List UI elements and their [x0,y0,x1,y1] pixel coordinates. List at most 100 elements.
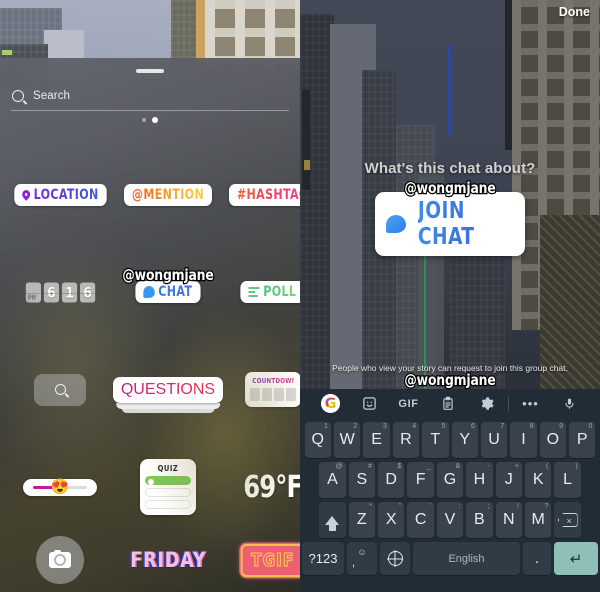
keyboard-row-1: 1Q 2W 3E 4R 5T 6Y 7U 8I 9O 0P [300,422,600,458]
page-dot-active[interactable] [152,117,158,123]
sticker-label: QUESTIONS [120,380,216,398]
emoji-comma-key[interactable]: ☺ , [347,542,377,575]
chat-prompt-text: What's this chat about? [364,160,536,177]
key-c[interactable]: ' C [407,502,434,538]
quiz-option [144,500,191,510]
key-m[interactable]: ? M [524,502,552,538]
backspace-key[interactable]: × [554,502,581,538]
sticker-temperature[interactable]: 69°F [240,470,300,505]
building-shape [2,50,12,55]
key-o[interactable]: 9O [539,422,567,458]
language-switch-key[interactable] [380,542,410,575]
quiz-option [144,488,191,498]
search-placeholder-label: Search [33,90,71,102]
sticker-grid: LOCATION @MENTION #HASHTAG PM6 16 [0,146,300,584]
ellipsis-icon[interactable]: ••• [511,396,550,411]
key-s[interactable]: # S [348,462,376,498]
gear-icon[interactable] [467,396,506,411]
sheet-drag-handle[interactable] [136,69,164,73]
google-logo-icon[interactable]: G [311,394,350,413]
flip-clock-icon: PM 6 16 [25,282,96,303]
page-indicator [0,117,300,123]
join-chat-label: JOIN CHAT [418,198,506,250]
join-chat-editor-screen: Done What's this chat about? @wongmjane … [300,0,600,592]
key-r[interactable]: 4R [392,422,420,458]
sticker-tgif[interactable]: TGIF [239,543,300,577]
sticker-label: @MENTION [131,186,205,203]
sticker-mention[interactable]: @MENTION [118,183,218,206]
quiz-option-correct [144,476,191,486]
gboard-keyboard: G GIF ••• 1 Q 2 W 3 E 4 R 5 T 6 Y 7 U 8 … [300,389,600,592]
sticker-username-tag: @wongmjane [403,178,497,198]
search-input[interactable]: Search [12,85,288,107]
sticker-friday[interactable]: FRIDAY [127,548,209,572]
enter-key[interactable]: ↵ [554,542,598,575]
sticker-face-icon[interactable] [350,396,389,411]
sticker-camera[interactable] [36,536,85,584]
sticker-chat[interactable]: @wongmjane CHAT [121,265,215,304]
globe-icon [387,551,403,566]
chat-bubble-icon [386,215,406,233]
key-v[interactable]: :V [436,502,464,538]
sticker-hashtag[interactable]: #HASHTAG [223,183,300,206]
key-n[interactable]: ! N [495,502,522,538]
sticker-emoji-slider[interactable]: 😍 [23,478,98,496]
key-w[interactable]: 2W [333,422,361,458]
sticker-label: FRIDAY [130,548,206,572]
page-dot[interactable] [142,118,146,122]
key-i[interactable]: 8I [510,422,537,458]
sticker-countdown[interactable]: COUNTDOWN [244,372,300,408]
clipboard-icon[interactable] [428,396,467,411]
shift-key[interactable] [319,502,346,538]
sticker-time[interactable]: PM 6 16 [24,282,97,303]
sticker-label: CHAT [158,284,193,301]
symbols-key[interactable]: ?123 [302,542,344,575]
keyboard-toolbar: G GIF ••• [300,389,600,418]
key-u[interactable]: 7U [480,422,508,458]
camera-icon [49,549,72,568]
key-z[interactable]: * Z [348,502,376,538]
sticker-label: TGIF [240,543,300,577]
key-k[interactable]: (K [524,462,552,498]
sticker-label: 69°F [243,469,300,505]
sticker-username-tag-overlay: @wongmjane [403,370,497,390]
key-b[interactable]: ; B [466,502,493,538]
sticker-poll[interactable]: POLL [236,281,300,304]
gif-icon[interactable]: GIF [389,398,428,410]
sticker-label: LOCATION [33,186,99,203]
key-j[interactable]: + J [495,462,522,498]
join-chat-sticker[interactable]: @wongmjane JOIN CHAT [375,178,525,256]
enter-icon: ↵ [569,550,583,568]
heart-eyes-emoji: 😍 [50,478,70,496]
sticker-location[interactable]: LOCATION [8,183,113,206]
space-key[interactable]: English [413,542,520,575]
sticker-questions[interactable]: QUESTIONS [112,376,224,413]
sticker-username-tag: @wongmjane [121,265,215,285]
map-pin-icon [20,188,32,202]
key-l[interactable]: ) L [554,462,581,498]
keyboard-row-4: ?123 ☺ , English . ↵ [300,542,600,575]
keyboard-row-2: @ A # S $ D _ F & G -H + J (K ) L [300,462,600,498]
key-h[interactable]: -H [466,462,493,498]
key-e[interactable]: 3E [363,422,390,458]
chat-bubble-icon [143,286,155,299]
key-d[interactable]: $ D [378,462,405,498]
key-f[interactable]: _ F [407,462,434,498]
sticker-label: POLL [263,284,297,301]
period-key[interactable]: . [523,542,551,575]
done-button[interactable]: Done [559,5,590,19]
story-sticker-tray-screen: Search LOCATION @MENTION #HASHTAG [0,0,300,592]
countdown-digits [249,388,296,402]
sticker-quiz[interactable]: QUIZ [139,459,196,516]
search-divider [11,110,289,111]
microphone-icon[interactable] [550,396,589,412]
key-p[interactable]: 0P [569,422,596,458]
key-q[interactable]: 1Q [304,422,331,458]
key-g[interactable]: & G [436,462,464,498]
key-t[interactable]: 5T [422,422,449,458]
key-y[interactable]: 6Y [451,422,478,458]
key-a[interactable]: @ A [319,462,346,498]
key-x[interactable]: " X [378,502,405,538]
keyboard-row-3: * Z " X ' C :V ; B ! N ? M × [300,502,600,538]
sticker-search-placeholder[interactable] [34,373,87,406]
